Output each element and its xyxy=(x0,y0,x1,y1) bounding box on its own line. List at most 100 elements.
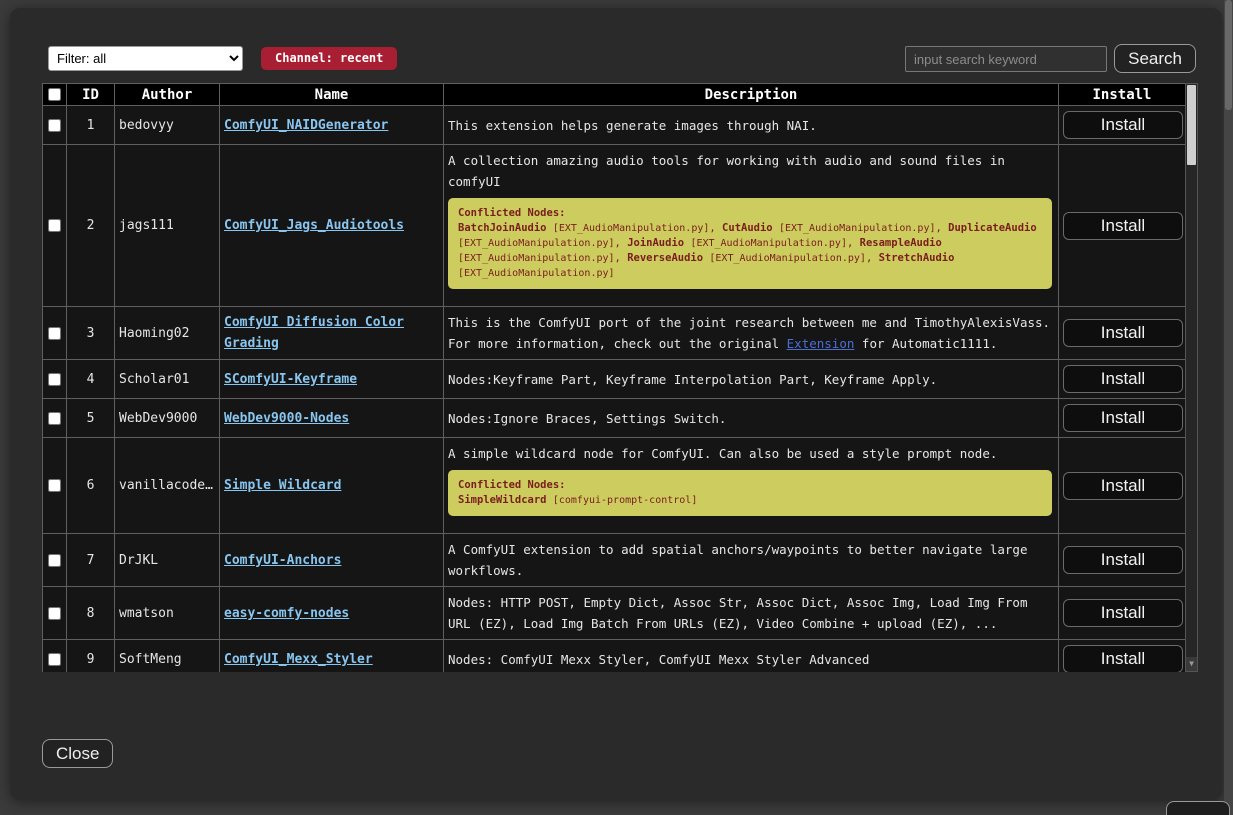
row-checkbox[interactable] xyxy=(48,479,61,492)
node-name-link[interactable]: WebDev9000-Nodes xyxy=(224,411,349,426)
search-button[interactable]: Search xyxy=(1114,44,1196,73)
row-id: 9 xyxy=(67,640,115,673)
conflict-node-name: JoinAudio xyxy=(627,237,684,249)
table-row: 7DrJKL ComfyUI-Anchors A ComfyUI extension… xyxy=(43,534,1186,587)
row-install-cell: Install xyxy=(1059,399,1186,438)
install-button[interactable]: Install xyxy=(1063,212,1183,240)
row-author: DrJKL xyxy=(115,534,220,587)
install-custom-nodes-dialog: Filter: all Channel: recent Search ID Au… xyxy=(10,8,1222,800)
table-row: 1bedovyy ComfyUI_NAIDGenerator This extens… xyxy=(43,106,1186,145)
page-scrollbar-thumb[interactable] xyxy=(1225,0,1232,110)
select-all-checkbox[interactable] xyxy=(48,88,61,101)
table-row: 9SoftMengComfyUI_Mexx_StylerNodes: Comfy… xyxy=(43,640,1186,673)
nodes-table-container: ID Author Name Description Install 1bedo… xyxy=(42,83,1198,672)
row-author: bedovyy xyxy=(115,106,220,145)
row-description: This extension helps generate images thr… xyxy=(444,106,1059,145)
install-button[interactable]: Install xyxy=(1063,546,1183,574)
row-description: Nodes: ComfyUI Mexx Styler, ComfyUI Mexx… xyxy=(444,640,1059,673)
install-button[interactable]: Install xyxy=(1063,365,1183,393)
row-checkbox[interactable] xyxy=(48,607,61,620)
conflict-node-name: DuplicateAudio xyxy=(948,222,1037,234)
conflict-box: Conflicted Nodes:SimpleWildcard [comfyui… xyxy=(448,470,1052,516)
row-author: Haoming02 xyxy=(115,307,220,360)
channel-badge: Channel: recent xyxy=(261,47,397,70)
install-button[interactable]: Install xyxy=(1063,599,1183,627)
filter-select[interactable]: Filter: all xyxy=(48,46,243,71)
row-author: wmatson xyxy=(115,587,220,640)
row-checkbox[interactable] xyxy=(48,653,61,666)
node-name-link[interactable]: ComfyUI_Mexx_Styler xyxy=(224,652,373,667)
node-name-link[interactable]: SComfyUI-Keyframe xyxy=(224,372,357,387)
row-install-cell: Install xyxy=(1059,534,1186,587)
description-text: Nodes: ComfyUI Mexx Styler, ComfyUI Mexx… xyxy=(448,649,1054,670)
install-button[interactable]: Install xyxy=(1063,645,1183,672)
conflict-node-source: [EXT_AudioManipulation.py] xyxy=(779,223,936,234)
row-install-cell: Install xyxy=(1059,145,1186,307)
partial-bottom-button[interactable] xyxy=(1166,801,1230,815)
row-description: This is the ComfyUI port of the joint re… xyxy=(444,307,1059,360)
description-text: A simple wildcard node for ComfyUI. Can … xyxy=(448,443,1054,464)
node-name-link[interactable]: ComfyUI_Jags_Audiotools xyxy=(224,218,404,233)
row-id: 7 xyxy=(67,534,115,587)
row-name-cell: ComfyUI Diffusion Color Grading xyxy=(220,307,444,360)
node-name-link[interactable]: Simple Wildcard xyxy=(224,478,341,493)
install-button[interactable]: Install xyxy=(1063,319,1183,347)
conflict-node-source: [comfyui-prompt-control] xyxy=(553,495,698,506)
row-checkbox-cell xyxy=(43,360,67,399)
row-id: 8 xyxy=(67,587,115,640)
row-checkbox[interactable] xyxy=(48,554,61,567)
install-button[interactable]: Install xyxy=(1063,111,1183,139)
page-scrollbar[interactable] xyxy=(1224,0,1233,815)
row-id: 2 xyxy=(67,145,115,307)
scroll-down-icon[interactable]: ▼ xyxy=(1186,657,1197,671)
node-name-link[interactable]: easy-comfy-nodes xyxy=(224,606,349,621)
node-name-link[interactable]: ComfyUI-Anchors xyxy=(224,553,341,568)
row-install-cell: Install xyxy=(1059,438,1186,534)
header-description: Description xyxy=(444,84,1059,106)
row-checkbox[interactable] xyxy=(48,219,61,232)
row-checkbox[interactable] xyxy=(48,373,61,386)
row-name-cell: easy-comfy-nodes xyxy=(220,587,444,640)
description-text: Nodes:Ignore Braces, Settings Switch. xyxy=(448,408,1054,429)
description-text: Nodes: HTTP POST, Empty Dict, Assoc Str,… xyxy=(448,592,1054,634)
row-id: 6 xyxy=(67,438,115,534)
row-checkbox-cell xyxy=(43,399,67,438)
row-id: 3 xyxy=(67,307,115,360)
search-input[interactable] xyxy=(905,46,1107,72)
conflict-node-name: ResampleAudio xyxy=(860,237,942,249)
table-scrollbar[interactable]: ▼ xyxy=(1185,83,1198,672)
row-checkbox[interactable] xyxy=(48,327,61,340)
table-scrollbar-thumb[interactable] xyxy=(1187,85,1196,165)
row-name-cell: ComfyUI-Anchors xyxy=(220,534,444,587)
row-checkbox-cell xyxy=(43,438,67,534)
row-id: 4 xyxy=(67,360,115,399)
row-description: Nodes:Keyframe Part, Keyframe Interpolat… xyxy=(444,360,1059,399)
row-author: vanillacode… xyxy=(115,438,220,534)
row-checkbox-cell xyxy=(43,145,67,307)
row-id: 1 xyxy=(67,106,115,145)
conflict-node-name: BatchJoinAudio xyxy=(458,222,547,234)
row-description: A ComfyUI extension to add spatial ancho… xyxy=(444,534,1059,587)
node-name-link[interactable]: ComfyUI Diffusion Color Grading xyxy=(224,315,404,351)
row-checkbox[interactable] xyxy=(48,119,61,132)
row-description: A simple wildcard node for ComfyUI. Can … xyxy=(444,438,1059,534)
close-button[interactable]: Close xyxy=(42,739,113,768)
row-install-cell: Install xyxy=(1059,587,1186,640)
node-name-link[interactable]: ComfyUI_NAIDGenerator xyxy=(224,118,388,133)
table-row: 5WebDev9000WebDev9000-NodesNodes:Ignore … xyxy=(43,399,1186,438)
description-link[interactable]: Extension xyxy=(787,336,855,351)
conflict-items: SimpleWildcard [comfyui-prompt-control] xyxy=(458,493,1042,508)
row-checkbox-cell xyxy=(43,106,67,145)
row-checkbox-cell xyxy=(43,640,67,673)
install-button[interactable]: Install xyxy=(1063,472,1183,500)
description-text: This extension helps generate images thr… xyxy=(448,115,1054,136)
row-author: jags111 xyxy=(115,145,220,307)
table-row: 3Haoming02ComfyUI Diffusion Color Gradin… xyxy=(43,307,1186,360)
row-checkbox[interactable] xyxy=(48,412,61,425)
table-row: 6vanillacode… Simple Wildcard A simple wil… xyxy=(43,438,1186,534)
row-name-cell: SComfyUI-Keyframe xyxy=(220,360,444,399)
row-id: 5 xyxy=(67,399,115,438)
header-name: Name xyxy=(220,84,444,106)
conflict-node-source: [EXT_AudioManipulation.py] xyxy=(690,238,847,249)
install-button[interactable]: Install xyxy=(1063,404,1183,432)
